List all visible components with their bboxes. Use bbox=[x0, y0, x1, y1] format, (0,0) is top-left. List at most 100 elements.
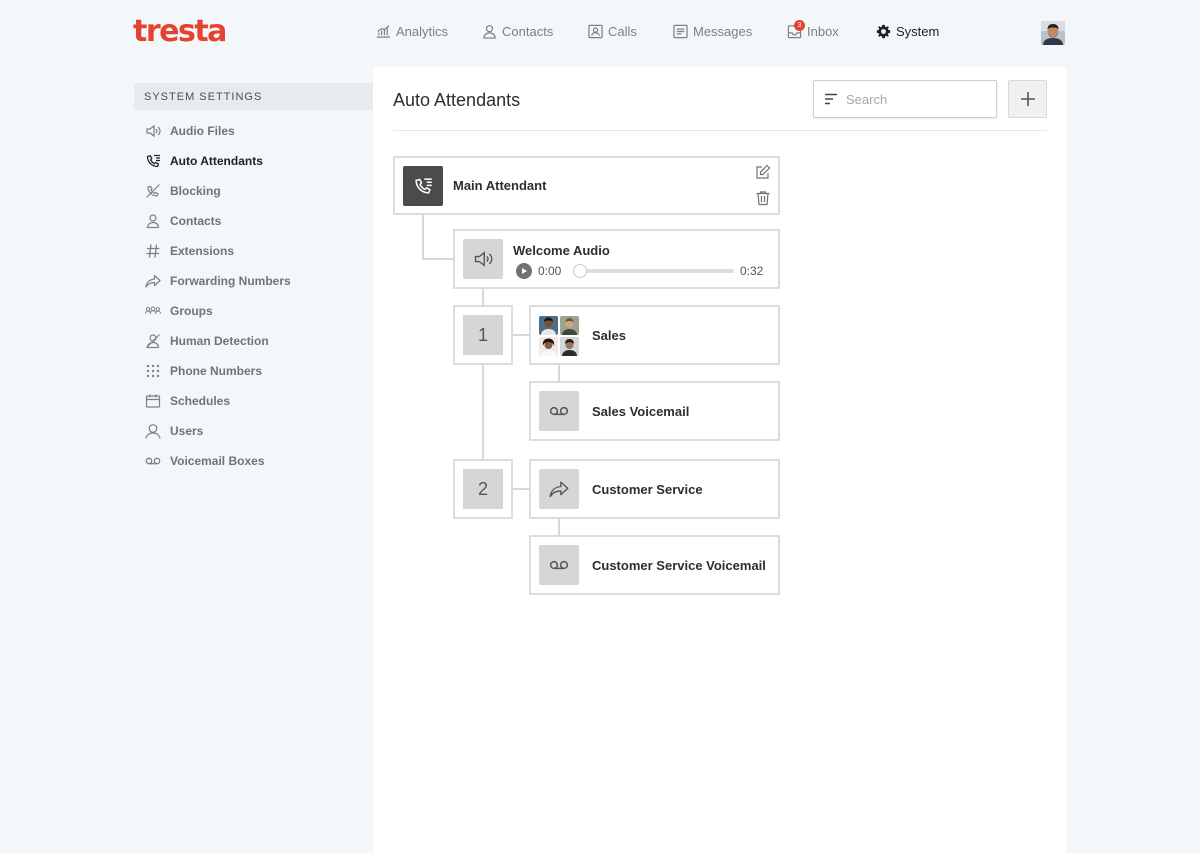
nav-label: Inbox bbox=[807, 24, 839, 39]
connector-line bbox=[558, 517, 560, 535]
nav-label: Analytics bbox=[396, 24, 449, 39]
groups-icon bbox=[145, 306, 161, 314]
avatar bbox=[560, 337, 579, 356]
gear-icon bbox=[876, 24, 891, 39]
nav-system[interactable]: System bbox=[876, 24, 939, 39]
auto-attendant-icon bbox=[146, 154, 160, 168]
human-detection-icon bbox=[146, 334, 160, 349]
card-title: Sales Voicemail bbox=[592, 404, 690, 419]
welcome-audio-card[interactable]: Welcome Audio 0:00 0:32 bbox=[453, 229, 780, 289]
connector-line bbox=[422, 215, 424, 260]
progress-track[interactable] bbox=[577, 269, 734, 273]
keypad-icon bbox=[146, 364, 160, 378]
nav-contacts[interactable]: Contacts bbox=[482, 24, 553, 39]
sidebar-item-audio-files[interactable]: Audio Files bbox=[134, 116, 364, 146]
search-box[interactable] bbox=[813, 80, 997, 118]
main-attendant-card[interactable]: Main Attendant bbox=[393, 156, 780, 215]
sidebar-header: SYSTEM SETTINGS bbox=[134, 83, 374, 110]
option-key-card[interactable]: 2 bbox=[453, 459, 513, 519]
sidebar-item-schedules[interactable]: Schedules bbox=[134, 386, 364, 416]
nav-label: Calls bbox=[608, 24, 637, 39]
sidebar-item-label: Human Detection bbox=[170, 334, 269, 348]
card-title: Customer Service Voicemail bbox=[592, 558, 766, 573]
voicemail-thumb bbox=[539, 391, 579, 431]
sidebar-item-users[interactable]: Users bbox=[134, 416, 364, 446]
voicemail-icon bbox=[145, 457, 161, 465]
sidebar-item-label: Schedules bbox=[170, 394, 231, 408]
attendant-avatar bbox=[403, 166, 443, 206]
filter-icon bbox=[825, 93, 837, 105]
search-input[interactable] bbox=[846, 91, 986, 107]
edit-icon[interactable] bbox=[755, 164, 771, 180]
nav-label: Messages bbox=[693, 24, 753, 39]
sales-group-card[interactable]: Sales bbox=[529, 305, 780, 365]
avatar bbox=[539, 337, 558, 356]
progress-knob[interactable] bbox=[573, 264, 587, 278]
option-key-card[interactable]: 1 bbox=[453, 305, 513, 365]
page-title: Auto Attendants bbox=[393, 90, 521, 110]
sidebar-item-auto-attendants[interactable]: Auto Attendants bbox=[134, 146, 364, 176]
contact-icon bbox=[146, 214, 160, 229]
audio-thumb bbox=[463, 239, 503, 279]
sidebar-item-label: Groups bbox=[170, 304, 213, 318]
avatar bbox=[539, 316, 558, 335]
card-title: Customer Service bbox=[592, 482, 703, 497]
sales-voicemail-card[interactable]: Sales Voicemail bbox=[529, 381, 780, 441]
sidebar-item-phone-numbers[interactable]: Phone Numbers bbox=[134, 356, 364, 386]
tresta-logo[interactable]: tresta bbox=[133, 14, 227, 49]
card-title: Sales bbox=[592, 328, 626, 343]
sidebar-item-contacts[interactable]: Contacts bbox=[134, 206, 364, 236]
sidebar-item-voicemail-boxes[interactable]: Voicemail Boxes bbox=[134, 446, 364, 476]
sidebar-item-label: Auto Attendants bbox=[170, 154, 263, 168]
play-icon bbox=[522, 268, 527, 274]
add-button[interactable] bbox=[1008, 80, 1047, 118]
sidebar-item-forwarding-numbers[interactable]: Forwarding Numbers bbox=[134, 266, 364, 296]
sidebar-item-label: Forwarding Numbers bbox=[170, 274, 291, 288]
calendar-icon bbox=[145, 394, 161, 408]
sidebar-item-label: Contacts bbox=[170, 214, 222, 228]
group-avatars bbox=[539, 316, 581, 358]
option-key: 2 bbox=[463, 469, 503, 509]
sidebar-item-label: Extensions bbox=[170, 244, 235, 258]
avatar bbox=[560, 316, 579, 335]
customer-service-voicemail-card[interactable]: Customer Service Voicemail bbox=[529, 535, 780, 595]
blocking-icon bbox=[146, 184, 160, 198]
inbox-count-badge: 3 bbox=[794, 20, 805, 31]
connector-line bbox=[422, 258, 455, 260]
voicemail-icon bbox=[549, 406, 569, 416]
sidebar-item-blocking[interactable]: Blocking bbox=[134, 176, 364, 206]
duration: 0:32 bbox=[740, 264, 764, 278]
user-avatar[interactable] bbox=[1041, 21, 1065, 45]
card-title: Main Attendant bbox=[453, 178, 547, 193]
sidebar-item-groups[interactable]: Groups bbox=[134, 296, 364, 326]
forward-thumb bbox=[539, 469, 579, 509]
header-divider bbox=[393, 130, 1047, 131]
card-title: Welcome Audio bbox=[513, 243, 610, 258]
nav-calls[interactable]: Calls bbox=[588, 24, 637, 39]
trash-icon[interactable] bbox=[755, 190, 771, 206]
nav-label: System bbox=[896, 24, 940, 39]
contact-icon bbox=[483, 25, 496, 39]
customer-service-card[interactable]: Customer Service bbox=[529, 459, 780, 519]
user-icon bbox=[145, 424, 161, 439]
nav-label: Contacts bbox=[502, 24, 554, 39]
sidebar-item-human-detection[interactable]: Human Detection bbox=[134, 326, 364, 356]
sidebar-item-label: Phone Numbers bbox=[170, 364, 263, 378]
sidebar-item-label: Users bbox=[170, 424, 204, 438]
play-button[interactable] bbox=[516, 263, 532, 279]
current-time: 0:00 bbox=[538, 264, 562, 278]
forward-icon bbox=[145, 274, 161, 288]
analytics-icon bbox=[376, 25, 391, 38]
voicemail-icon bbox=[549, 560, 569, 570]
nav-messages[interactable]: Messages bbox=[673, 24, 752, 39]
sidebar-item-extensions[interactable]: Extensions bbox=[134, 236, 364, 266]
sidebar-item-label: Blocking bbox=[170, 184, 221, 198]
speaker-icon bbox=[474, 251, 493, 267]
nav-inbox[interactable]: 3 Inbox bbox=[787, 20, 839, 39]
nav-analytics[interactable]: Analytics bbox=[376, 24, 448, 39]
sidebar-item-label: Voicemail Boxes bbox=[170, 454, 265, 468]
auto-attendant-icon bbox=[415, 178, 432, 194]
voicemail-thumb bbox=[539, 545, 579, 585]
calls-icon bbox=[588, 24, 603, 39]
messages-icon bbox=[673, 24, 688, 39]
